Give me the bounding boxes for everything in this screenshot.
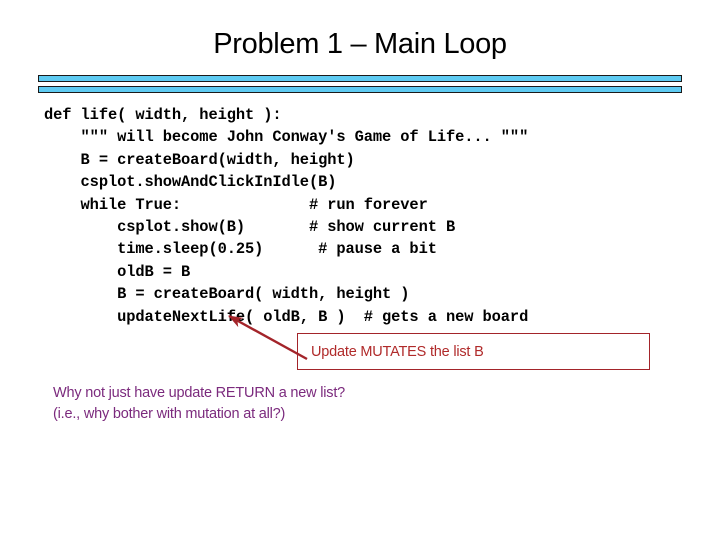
bottom-question-note: Why not just have update RETURN a new li… (53, 385, 346, 422)
page-title: Problem 1 – Main Loop (213, 28, 507, 60)
divider-bar-top (38, 75, 682, 82)
code-block: def life( width, height ): """ will beco… (44, 106, 529, 326)
callout-box: Update MUTATES the list B (297, 333, 650, 370)
title-divider (38, 75, 682, 95)
divider-bar-bottom (38, 86, 682, 93)
callout-label: Update MUTATES the list B (311, 344, 484, 360)
slide-canvas: Problem 1 – Main Loop def life( width, h… (0, 0, 720, 540)
